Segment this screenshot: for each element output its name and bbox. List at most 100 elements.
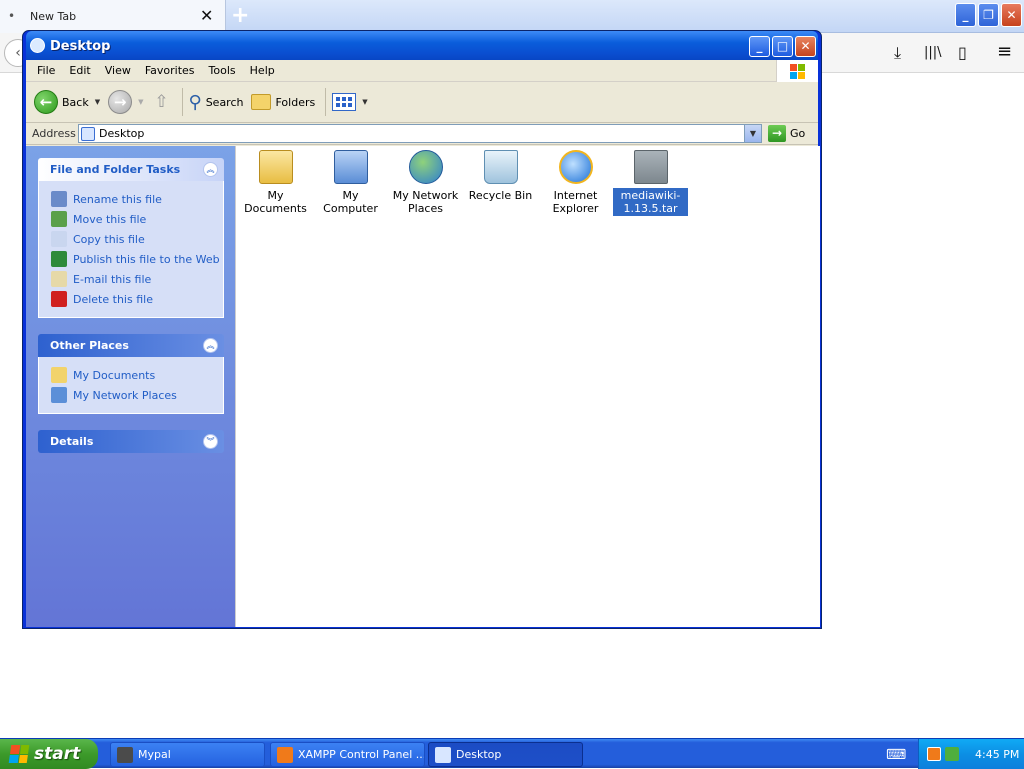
delete-icon	[51, 291, 67, 307]
group-title: Details	[50, 435, 94, 448]
window-body: File Edit View Favorites Tools Help ← Ba…	[26, 60, 820, 627]
taskbar-button[interactable]: XAMPP Control Panel ...	[270, 742, 425, 767]
task-link[interactable]: Move this file	[51, 209, 223, 229]
download-icon[interactable]: ⤓	[894, 43, 901, 63]
task-label: Publish this file to the Web	[73, 252, 220, 266]
file-item[interactable]: My Computer	[313, 150, 388, 216]
details-header[interactable]: Details ︾	[38, 430, 224, 453]
task-link[interactable]: Publish this file to the Web	[51, 249, 223, 269]
taskbar-button-label: XAMPP Control Panel ...	[298, 748, 425, 761]
task-label: My Documents	[73, 368, 156, 382]
taskbar-button[interactable]: Mypal	[110, 742, 265, 767]
my-computer-icon	[333, 150, 368, 184]
collapse-icon[interactable]: ︽	[203, 338, 218, 353]
back-button[interactable]: ← Back ▼	[34, 90, 100, 114]
menu-edit[interactable]: Edit	[62, 64, 97, 77]
forward-button[interactable]: → ▼	[108, 90, 144, 114]
browser-menu-icon[interactable]: ≡	[997, 41, 1012, 62]
search-button[interactable]: ⚲ Search	[189, 92, 244, 113]
file-item[interactable]: Internet Explorer	[538, 150, 613, 216]
task-link[interactable]: Rename this file	[51, 189, 223, 209]
standard-toolbar: ← Back ▼ → ▼ ⇧ ⚲ Search Folders ▼	[26, 82, 818, 123]
go-button[interactable]: → Go	[768, 125, 805, 142]
back-dropdown-icon[interactable]: ▼	[95, 98, 100, 106]
mypal-icon	[117, 746, 133, 763]
windows-flag-icon	[8, 745, 30, 763]
address-value: Desktop	[99, 127, 145, 140]
file-item[interactable]: My Documents	[238, 150, 313, 216]
keyboard-icon[interactable]: ⌨	[886, 747, 906, 763]
network-places-icon	[51, 387, 67, 403]
address-input[interactable]: Desktop ▼	[78, 124, 762, 143]
expand-icon[interactable]: ︾	[203, 434, 218, 449]
taskbar-button-label: Desktop	[456, 748, 502, 761]
up-folder-button[interactable]: ⇧	[152, 91, 172, 113]
copy-icon	[51, 231, 67, 247]
up-folder-icon: ⇧	[154, 92, 169, 112]
maximize-button[interactable]: □	[772, 36, 793, 57]
library-icon[interactable]: |||\	[924, 45, 942, 60]
task-link[interactable]: E-mail this file	[51, 269, 223, 289]
file-folder-tasks-list: Rename this file Move this file Copy this …	[38, 181, 224, 318]
file-item[interactable]: Recycle Bin	[463, 150, 538, 203]
clock[interactable]: 4:45 PM	[975, 748, 1019, 761]
close-button[interactable]: ✕	[795, 36, 816, 57]
email-icon	[51, 271, 67, 287]
taskbar-button[interactable]: Desktop	[428, 742, 583, 767]
menu-tools[interactable]: Tools	[202, 64, 243, 77]
new-tab-button[interactable]: +	[231, 3, 249, 28]
browser-minimize-button[interactable]: _	[955, 3, 976, 27]
file-item[interactable]: mediawiki-1.13.5.tar	[613, 150, 688, 216]
task-label: Copy this file	[73, 232, 145, 246]
folders-icon	[251, 94, 272, 110]
menu-favorites[interactable]: Favorites	[138, 64, 202, 77]
window-title: Desktop	[50, 39, 111, 54]
browser-close-button[interactable]: ✕	[1001, 3, 1022, 27]
network-tray-icon[interactable]	[945, 747, 959, 761]
start-label: start	[34, 744, 81, 764]
window-titlebar[interactable]: Desktop _ □ ✕	[26, 31, 818, 60]
collapse-icon[interactable]: ︽	[203, 162, 218, 177]
menu-help[interactable]: Help	[243, 64, 282, 77]
file-label: Internet Explorer	[552, 189, 599, 215]
file-folder-tasks-group: File and Folder Tasks ︽ Rename this file…	[38, 158, 224, 318]
task-label: Rename this file	[73, 192, 162, 206]
browser-tab[interactable]: • New Tab ✕	[0, 0, 226, 33]
group-title: Other Places	[50, 339, 129, 352]
task-label: Move this file	[73, 212, 147, 226]
system-tray: 4:45 PM	[918, 739, 1024, 769]
other-places-header[interactable]: Other Places ︽	[38, 334, 224, 357]
task-label: E-mail this file	[73, 272, 152, 286]
address-label: Address	[32, 127, 76, 140]
task-link[interactable]: Copy this file	[51, 229, 223, 249]
task-link[interactable]: My Network Places	[51, 385, 223, 405]
file-folder-tasks-header[interactable]: File and Folder Tasks ︽	[38, 158, 224, 181]
forward-dropdown-icon[interactable]: ▼	[138, 98, 143, 106]
move-icon	[51, 211, 67, 227]
sidebar-icon[interactable]: ▯	[958, 43, 967, 62]
address-bar: Address Desktop ▼ → Go	[26, 123, 818, 145]
back-label: Back	[62, 95, 89, 109]
back-arrow-icon: ←	[34, 90, 58, 114]
tab-close-icon[interactable]: ✕	[200, 6, 213, 25]
internet-explorer-icon	[558, 150, 593, 184]
start-button[interactable]: start	[0, 739, 98, 769]
group-title: File and Folder Tasks	[50, 163, 181, 176]
menu-view[interactable]: View	[98, 64, 138, 77]
file-item[interactable]: My Network Places	[388, 150, 463, 216]
views-button[interactable]: ▼	[332, 93, 368, 111]
explorer-window: Desktop _ □ ✕ File Edit View Favorites T…	[22, 30, 822, 629]
task-link[interactable]: Delete this file	[51, 289, 223, 309]
folders-button[interactable]: Folders	[251, 94, 315, 110]
browser-restore-button[interactable]: ❐	[978, 3, 999, 27]
menu-bar: File Edit View Favorites Tools Help	[26, 60, 818, 82]
menu-file[interactable]: File	[30, 64, 62, 77]
task-link[interactable]: My Documents	[51, 365, 223, 385]
xampp-tray-icon[interactable]	[927, 747, 941, 761]
task-label: Delete this file	[73, 292, 153, 306]
search-label: Search	[205, 95, 244, 109]
minimize-button[interactable]: _	[749, 36, 770, 57]
gz-archive-icon	[633, 150, 668, 184]
address-dropdown-icon[interactable]: ▼	[744, 125, 761, 142]
explorer-content: File and Folder Tasks ︽ Rename this file…	[26, 146, 820, 627]
